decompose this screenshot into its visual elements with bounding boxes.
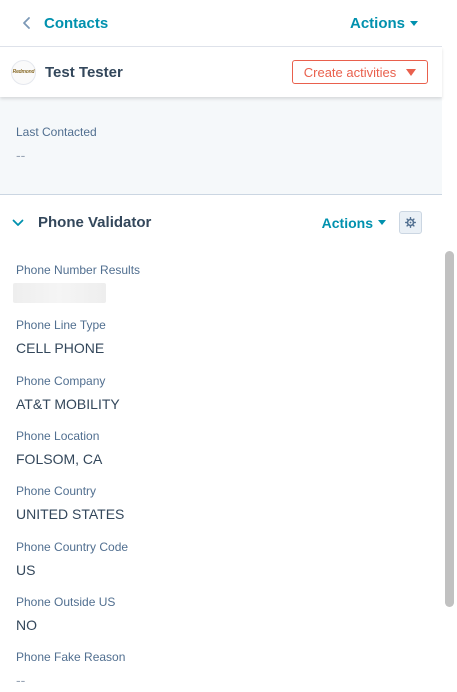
contact-sidebar-panel: Contacts Actions Redmond Test Tester Cre… [0, 0, 457, 692]
caret-down-icon [410, 20, 418, 26]
caret-down-icon [378, 220, 386, 225]
last-contacted-value[interactable]: -- [16, 147, 25, 163]
property-value[interactable]: US [16, 562, 128, 578]
back-to-contacts-link[interactable]: Contacts [20, 15, 108, 32]
chevron-down-icon [12, 219, 24, 226]
caret-down-icon [406, 68, 417, 76]
property-phone-company: Phone Company AT&T MOBILITY [16, 374, 120, 412]
property-label: Phone Fake Reason [16, 650, 126, 664]
property-phone-line-type: Phone Line Type CELL PHONE [16, 318, 106, 356]
phone-validator-title: Phone Validator [38, 214, 152, 231]
top-bar: Contacts Actions [0, 0, 442, 47]
property-phone-country-code: Phone Country Code US [16, 540, 128, 578]
settings-button[interactable] [399, 211, 422, 234]
property-value[interactable]: CELL PHONE [16, 340, 106, 356]
property-phone-country: Phone Country UNITED STATES [16, 484, 124, 522]
property-value[interactable]: FOLSOM, CA [16, 451, 102, 467]
property-value[interactable]: -- [16, 672, 125, 688]
loading-placeholder [13, 283, 106, 303]
gear-icon [405, 217, 416, 228]
back-label: Contacts [44, 14, 109, 32]
card-actions-label: Actions [321, 214, 373, 231]
property-label: Phone Country Code [16, 540, 129, 554]
property-label: Phone Line Type [16, 318, 106, 332]
avatar: Redmond [11, 59, 36, 85]
property-phone-number-results: Phone Number Results [13, 263, 141, 303]
card-actions-dropdown[interactable]: Actions [322, 215, 386, 231]
contact-name[interactable]: Test Tester [45, 64, 123, 81]
property-label: Phone Location [16, 429, 100, 443]
phone-validator-toggle[interactable]: Phone Validator [12, 214, 151, 231]
property-phone-outside-us: Phone Outside US NO [16, 595, 115, 633]
avatar-logo-text: Redmond [12, 69, 35, 75]
header-actions-label: Actions [349, 14, 405, 32]
create-activities-label: Create activities [303, 64, 397, 80]
phone-validator-card-header: Phone Validator Actions [0, 195, 442, 250]
header-actions-dropdown[interactable]: Actions [350, 15, 418, 32]
last-contacted-label: Last Contacted [16, 125, 97, 139]
contact-summary-row: Redmond Test Tester Create activities [0, 47, 442, 97]
property-phone-location: Phone Location FOLSOM, CA [16, 429, 102, 467]
property-value[interactable]: AT&T MOBILITY [16, 396, 120, 412]
property-label: Phone Outside US [16, 595, 116, 609]
chevron-left-icon [23, 17, 30, 29]
property-phone-fake-reason: Phone Fake Reason -- [16, 650, 125, 688]
property-label: Phone Number Results [16, 263, 141, 277]
create-activities-button[interactable]: Create activities [292, 60, 428, 84]
scrollbar-thumb[interactable] [445, 251, 454, 607]
last-contacted-section: Last Contacted -- [0, 97, 442, 195]
property-label: Phone Company [16, 374, 106, 388]
property-value[interactable]: UNITED STATES [16, 506, 124, 522]
property-label: Phone Country [16, 484, 97, 498]
property-value[interactable]: NO [16, 617, 115, 633]
